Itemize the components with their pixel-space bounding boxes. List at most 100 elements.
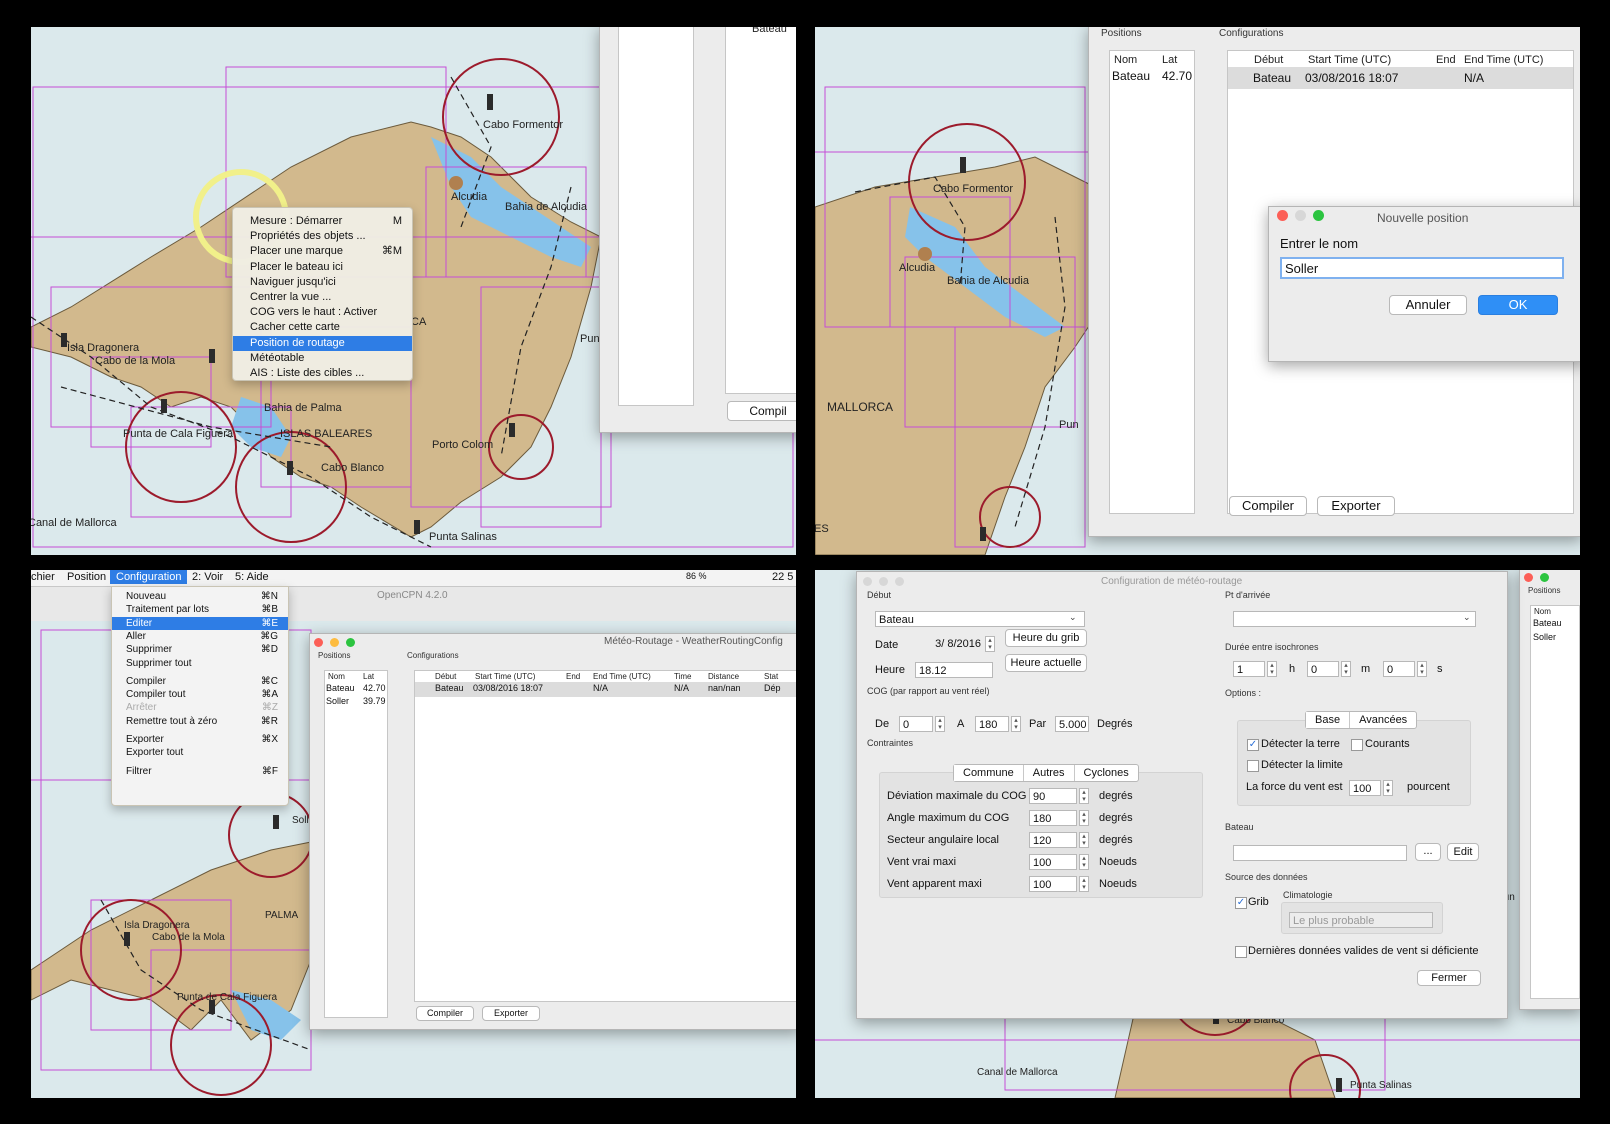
list-item[interactable]: Bateau bbox=[326, 683, 355, 693]
cancel-button[interactable]: Annuler bbox=[1389, 295, 1467, 315]
constraint-value-field[interactable]: 120 bbox=[1029, 832, 1077, 848]
wind-force-field[interactable]: 100 bbox=[1349, 780, 1381, 796]
boat-file-field[interactable] bbox=[1233, 845, 1407, 861]
configuration-menu-item[interactable]: Aller ⌘G bbox=[112, 630, 288, 643]
grib-time-button[interactable]: Heure du grib bbox=[1005, 629, 1087, 647]
configuration-menu-item[interactable]: Exporter tout bbox=[112, 746, 288, 759]
table-row[interactable]: Bateau 03/08/2016 18:07 N/A bbox=[1228, 67, 1573, 89]
context-menu-item[interactable]: Mesure : Démarrer M bbox=[233, 214, 412, 229]
menu-voir[interactable]: 2: Voir bbox=[192, 571, 223, 583]
context-menu-item[interactable]: Météotable bbox=[233, 351, 412, 366]
tab-commune[interactable]: Commune bbox=[954, 765, 1024, 781]
context-menu-item[interactable]: AIS : Liste des cibles ... bbox=[233, 366, 412, 381]
date-stepper[interactable]: ▴ ▾ bbox=[985, 636, 995, 652]
list-item[interactable]: 42.70 bbox=[363, 683, 386, 693]
iso-minutes-stepper[interactable]: ▴ ▾ bbox=[1341, 661, 1351, 677]
export-button[interactable]: Exporter bbox=[482, 1006, 540, 1021]
window-controls[interactable] bbox=[863, 575, 911, 589]
constraint-value-field[interactable]: 180 bbox=[1029, 810, 1077, 826]
cog-from-field[interactable]: 0 bbox=[899, 716, 933, 732]
browse-button[interactable]: ... bbox=[1415, 843, 1441, 861]
detect-land-checkbox[interactable]: ✓ bbox=[1247, 739, 1259, 751]
positions-list[interactable]: Nom Lat Bateau 42.70 Soller 39.79 bbox=[324, 670, 388, 1018]
configuration-menu-item[interactable]: Supprimer ⌘D bbox=[112, 643, 288, 656]
climatology-select[interactable]: Le plus probable bbox=[1289, 912, 1433, 928]
tab-cyclones[interactable]: Cyclones bbox=[1075, 765, 1138, 781]
configuration-menu-item[interactable]: Compiler ⌘C bbox=[112, 675, 288, 688]
configurations-list[interactable]: Bateau bbox=[725, 27, 796, 394]
tab-base[interactable]: Base bbox=[1306, 712, 1351, 728]
configurations-list[interactable]: Début Start Time (UTC) End End Time (UTC… bbox=[414, 670, 796, 1002]
export-button[interactable]: Exporter bbox=[1317, 496, 1395, 516]
iso-seconds-field[interactable]: 0 bbox=[1383, 661, 1415, 677]
window-controls[interactable] bbox=[1277, 210, 1331, 224]
wind-force-stepper[interactable]: ▴ ▾ bbox=[1383, 780, 1393, 796]
tab-avances[interactable]: Avancées bbox=[1350, 712, 1416, 728]
context-menu-item[interactable]: COG vers le haut : Activer bbox=[233, 305, 412, 320]
compile-button[interactable]: Compil bbox=[727, 401, 796, 421]
tab-autres[interactable]: Autres bbox=[1024, 765, 1075, 781]
compile-button[interactable]: Compiler bbox=[1229, 496, 1307, 516]
constraint-stepper[interactable]: ▴ ▾ bbox=[1079, 854, 1089, 870]
name-input[interactable]: Soller bbox=[1280, 257, 1564, 279]
currents-checkbox[interactable] bbox=[1351, 739, 1363, 751]
options-tabs[interactable]: Base Avancées bbox=[1305, 711, 1418, 729]
ok-button[interactable]: OK bbox=[1478, 295, 1558, 315]
menu-position[interactable]: Position bbox=[67, 571, 106, 583]
current-time-button[interactable]: Heure actuelle bbox=[1005, 654, 1087, 672]
configuration-menu-item[interactable]: Supprimer tout bbox=[112, 657, 288, 670]
iso-seconds-stepper[interactable]: ▴ ▾ bbox=[1417, 661, 1427, 677]
menu-fichier[interactable]: chier bbox=[31, 571, 55, 583]
configuration-menu-item[interactable]: Exporter ⌘X bbox=[112, 733, 288, 746]
configuration-menu-item[interactable]: Traitement par lots ⌘B bbox=[112, 603, 288, 616]
constraint-stepper[interactable]: ▴ ▾ bbox=[1079, 788, 1089, 804]
constraint-value-field[interactable]: 90 bbox=[1029, 788, 1077, 804]
constraints-tabs[interactable]: Commune Autres Cyclones bbox=[953, 764, 1139, 782]
grib-checkbox[interactable]: ✓ bbox=[1235, 897, 1247, 909]
configuration-menu-item[interactable]: Editer ⌘E bbox=[112, 616, 288, 630]
constraint-stepper[interactable]: ▴ ▾ bbox=[1079, 832, 1089, 848]
iso-minutes-field[interactable]: 0 bbox=[1307, 661, 1339, 677]
context-menu-item[interactable]: Cacher cette carte bbox=[233, 320, 412, 335]
fallback-wind-checkbox[interactable] bbox=[1235, 946, 1247, 958]
menu-aide[interactable]: 5: Aide bbox=[235, 571, 269, 583]
edit-button[interactable]: Edit bbox=[1447, 843, 1479, 861]
constraint-stepper[interactable]: ▴ ▾ bbox=[1079, 876, 1089, 892]
arrivee-select[interactable] bbox=[1233, 611, 1476, 627]
compile-button[interactable]: Compiler bbox=[416, 1006, 474, 1021]
cog-to-stepper[interactable]: ▴ ▾ bbox=[1011, 716, 1021, 732]
constraint-value-field[interactable]: 100 bbox=[1029, 876, 1077, 892]
table-row[interactable]: Bateau 03/08/2016 18:07 N/A N/A nan/nan … bbox=[415, 682, 796, 697]
positions-list[interactable] bbox=[618, 27, 694, 406]
debut-select[interactable]: Bateau bbox=[875, 611, 1085, 627]
list-item[interactable]: Bateau bbox=[1533, 618, 1562, 628]
configuration-menu-item[interactable]: Nouveau ⌘N bbox=[112, 590, 288, 603]
configuration-menu-item[interactable]: Compiler tout ⌘A bbox=[112, 688, 288, 701]
list-item[interactable]: Soller bbox=[1533, 632, 1556, 642]
close-button[interactable]: Fermer bbox=[1417, 970, 1481, 986]
list-item[interactable]: Bateau bbox=[1112, 69, 1150, 83]
configuration-menu-item[interactable]: Filtrer ⌘F bbox=[112, 765, 288, 778]
context-menu-item[interactable]: Placer une marque ⌘M bbox=[233, 244, 412, 259]
menu-configuration[interactable]: Configuration bbox=[110, 570, 188, 584]
cog-step-field[interactable]: 5.000 bbox=[1055, 716, 1089, 732]
date-field[interactable]: 3/ 8/2016 bbox=[915, 636, 985, 652]
window-controls[interactable] bbox=[1524, 571, 1556, 585]
list-item[interactable]: 39.79 bbox=[363, 696, 386, 706]
positions-list[interactable]: Nom Lat Bateau 42.70 bbox=[1109, 50, 1195, 514]
iso-hours-stepper[interactable]: ▴ ▾ bbox=[1267, 661, 1277, 677]
detect-limit-checkbox[interactable] bbox=[1247, 760, 1259, 772]
list-item[interactable]: Soller bbox=[326, 696, 349, 706]
iso-hours-field[interactable]: 1 bbox=[1233, 661, 1265, 677]
context-menu-item[interactable]: Propriétés des objets ... bbox=[233, 229, 412, 244]
constraint-value-field[interactable]: 100 bbox=[1029, 854, 1077, 870]
context-menu-item[interactable]: Position de routage bbox=[233, 335, 412, 351]
cog-from-stepper[interactable]: ▴ ▾ bbox=[935, 716, 945, 732]
constraint-stepper[interactable]: ▴ ▾ bbox=[1079, 810, 1089, 826]
cog-to-field[interactable]: 180 bbox=[975, 716, 1009, 732]
configuration-menu-item[interactable]: Remettre tout à zéro ⌘R bbox=[112, 715, 288, 728]
context-menu-item[interactable]: Placer le bateau ici bbox=[233, 260, 412, 275]
heure-field[interactable]: 18.12 bbox=[915, 662, 993, 678]
positions-list[interactable]: Nom Bateau Soller bbox=[1530, 605, 1580, 999]
window-controls[interactable] bbox=[314, 636, 362, 650]
